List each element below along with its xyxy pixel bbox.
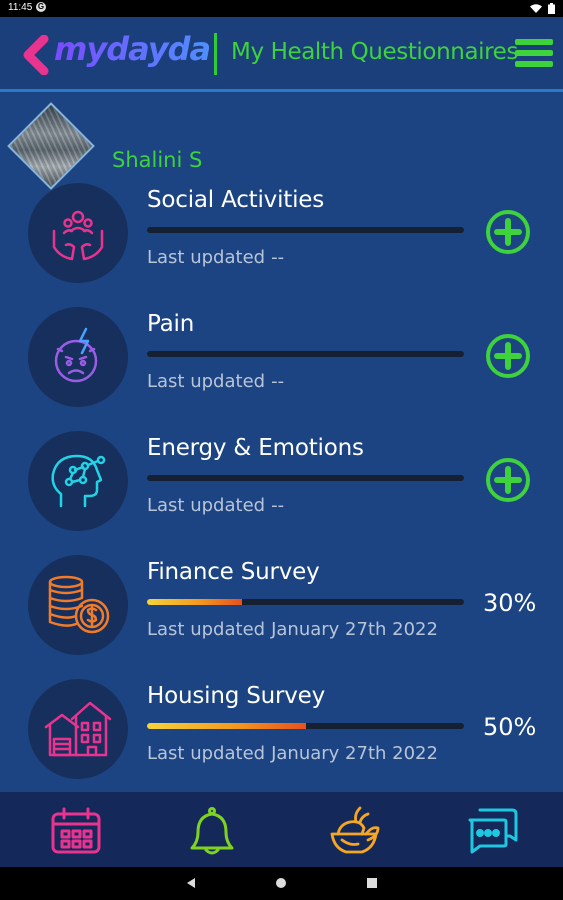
progress-track: [147, 723, 464, 729]
progress-track: [147, 475, 464, 481]
food-icon[interactable]: [328, 806, 380, 856]
app-header: mydayda My Health Questionnaires: [0, 17, 563, 92]
progress-track: [147, 227, 464, 233]
page-title: My Health Questionnaires: [231, 39, 519, 65]
questionnaire-social-activities[interactable]: Social Activities Last updated --: [0, 183, 563, 293]
status-time: 11:45: [8, 2, 33, 13]
progress-percent: 50%: [483, 713, 537, 741]
social-activities-icon: [28, 183, 128, 283]
back-triangle-icon[interactable]: [185, 877, 197, 889]
questionnaire-title: Housing Survey: [147, 683, 326, 709]
wifi-icon: [530, 3, 542, 13]
status-icons: [530, 3, 555, 14]
last-updated: Last updated --: [147, 247, 285, 268]
questionnaire-pain[interactable]: Pain Last updated --: [0, 307, 563, 417]
header-divider: [214, 33, 217, 75]
add-questionnaire-button[interactable]: [485, 209, 531, 255]
status-bar: 11:45 G: [0, 0, 563, 17]
progress-track: [147, 599, 464, 605]
questionnaire-title: Pain: [147, 311, 195, 337]
home-circle-icon[interactable]: [275, 877, 287, 889]
add-questionnaire-button[interactable]: [485, 457, 531, 503]
google-notification-icon: G: [36, 2, 46, 12]
progress-fill: [147, 599, 243, 605]
last-updated: Last updated January 27th 2022: [147, 619, 438, 640]
system-navigation-bar: [0, 867, 563, 900]
recents-square-icon[interactable]: [366, 877, 378, 889]
energy-emotions-icon: [28, 431, 128, 531]
housing-icon: [28, 679, 128, 779]
user-name: Shalini S: [112, 148, 203, 172]
questionnaire-housing-survey[interactable]: Housing Survey Last updated January 27th …: [0, 679, 563, 789]
hamburger-menu-icon[interactable]: [515, 39, 553, 71]
progress-percent: 30%: [483, 589, 537, 617]
progress-track: [147, 351, 464, 357]
notifications-bell-icon[interactable]: [186, 806, 238, 856]
mydayda-logo: mydayda: [54, 30, 211, 68]
finance-coins-icon: [28, 555, 128, 655]
pain-icon: [28, 307, 128, 407]
progress-fill: [147, 723, 306, 729]
last-updated: Last updated --: [147, 495, 285, 516]
questionnaire-title: Finance Survey: [147, 559, 320, 585]
add-questionnaire-button[interactable]: [485, 333, 531, 379]
last-updated: Last updated --: [147, 371, 285, 392]
calendar-icon[interactable]: [50, 806, 102, 856]
questionnaire-energy-emotions[interactable]: Energy & Emotions Last updated --: [0, 431, 563, 541]
bottom-navigation: [0, 792, 563, 867]
avatar[interactable]: [7, 102, 95, 190]
app-screen: mydayda My Health Questionnaires Shalini…: [0, 17, 563, 867]
questionnaire-title: Social Activities: [147, 187, 325, 213]
questionnaire-finance-survey[interactable]: Finance Survey Last updated January 27th …: [0, 555, 563, 665]
back-chevron-icon[interactable]: [20, 35, 50, 75]
header-underline: [0, 89, 563, 92]
user-row: Shalini S: [0, 95, 563, 190]
last-updated: Last updated January 27th 2022: [147, 743, 438, 764]
questionnaire-title: Energy & Emotions: [147, 435, 364, 461]
battery-icon: [548, 3, 555, 14]
messages-icon[interactable]: [466, 806, 518, 856]
